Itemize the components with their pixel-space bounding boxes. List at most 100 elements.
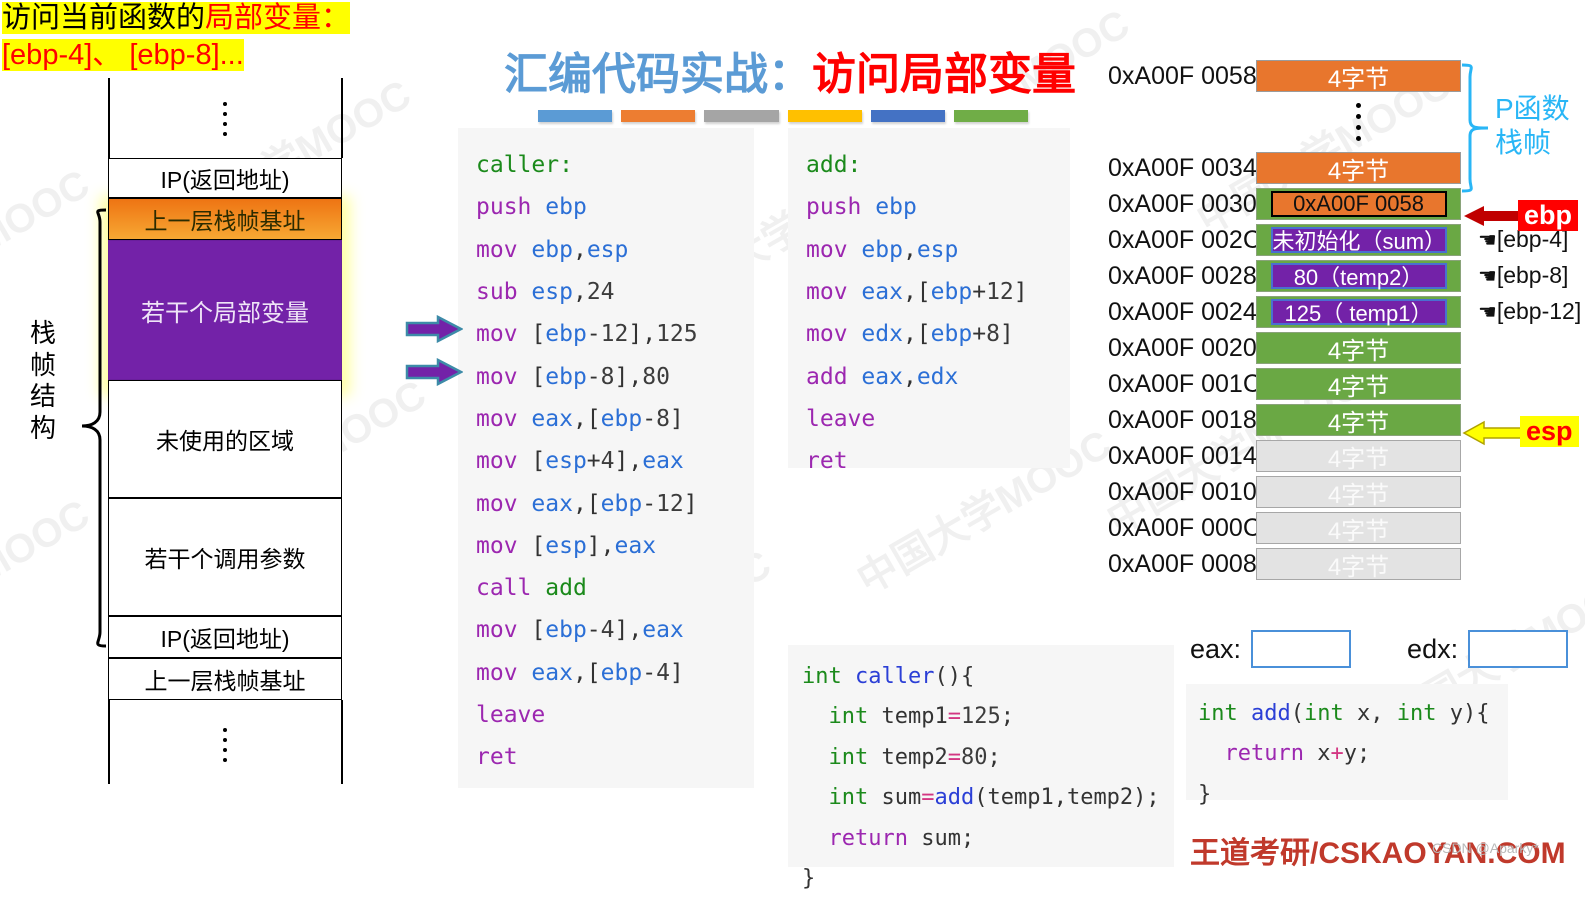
asm-line: mov [esp],eax <box>476 532 657 559</box>
asm-line: mov edx,[ebp+8] <box>806 321 1014 348</box>
memory-address: 0xA00F 000C <box>1108 513 1261 542</box>
stack-row-ip-return-bottom: IP(返回地址) <box>108 616 342 658</box>
title-bar-segment-6 <box>953 110 1029 122</box>
title-color-bar <box>538 110 1029 122</box>
highlight-arrow-2 <box>405 358 463 386</box>
asm-line: mov eax,[ebp-8] <box>476 405 684 432</box>
title-bar-segment-4 <box>787 110 862 122</box>
p-frame-label-line1: P函数 <box>1495 93 1570 124</box>
register-display: eax: edx: <box>1190 630 1585 668</box>
title-bar-segment-1 <box>538 110 613 122</box>
edx-value-box[interactable] <box>1468 630 1569 668</box>
note-line1-emphasis: 局部变量： <box>205 2 351 34</box>
memory-address: 0xA00F 0028 <box>1108 261 1257 290</box>
title-bar-segment-2 <box>621 110 696 122</box>
memory-row: 0xA00F 0020 4字节 <box>1108 330 1585 366</box>
local-variable-note: 访问当前函数的局部变量： [ebp-4]、 [ebp-8]... <box>2 0 402 73</box>
memory-address: 0xA00F 0058 <box>1108 61 1257 90</box>
memory-offset-note: ☚[ebp-8] <box>1478 262 1569 288</box>
p-frame-label: P函数 栈帧 <box>1495 92 1585 159</box>
stack-frame-brace <box>78 208 108 648</box>
page-title-emphasis: 访问局部变量 <box>812 50 1076 99</box>
asm-line: call add <box>476 575 587 602</box>
asm-line: mov [ebp-8],80 <box>476 363 670 390</box>
memory-row: 0xA00F 001C 4字节 <box>1108 366 1585 402</box>
stack-frame-diagram: IP(返回地址) 上一层栈帧基址 若干个局部变量 未使用的区域 若干个调用参数 … <box>0 78 420 798</box>
memory-address: 0xA00F 0020 <box>1108 333 1257 362</box>
asm-line: mov ebp,esp <box>806 236 959 263</box>
asm-line: add eax,edx <box>806 363 959 390</box>
stack-frame-brace-label: 栈 帧 结 构 <box>26 318 60 445</box>
stack-row-saved-ebp-bottom: 上一层栈帧基址 <box>108 658 342 700</box>
brace-label-char: 栈 <box>29 318 56 348</box>
asm-line: mov eax,[ebp-12] <box>476 490 698 517</box>
source-caller-block: int caller(){ int temp1=125; int temp2=8… <box>788 645 1174 891</box>
source-line: } <box>802 866 816 892</box>
asm-line: mov eax,[ebp+12] <box>806 278 1028 305</box>
source-line: return x+y; <box>1224 741 1371 767</box>
memory-cell-value-box: 未初始化（sum） <box>1270 227 1447 254</box>
eax-value-box[interactable] <box>1251 630 1352 668</box>
memory-cell: 4字节 <box>1256 60 1461 93</box>
esp-register-tag: esp <box>1520 416 1579 448</box>
memory-row: 0xA00F 0028 80（temp2） ☚[ebp-8] <box>1108 258 1585 294</box>
asm-line: mov [ebp-4],eax <box>476 617 684 644</box>
asm-line: leave <box>806 405 876 432</box>
asm-line: push ebp <box>806 194 917 221</box>
stack-top-ellipsis <box>221 92 229 146</box>
memory-cell: 80（temp2） <box>1256 260 1461 292</box>
brace-label-char: 帧 <box>29 349 56 380</box>
source-line: return sum; <box>828 825 975 851</box>
highlight-arrow-1 <box>405 315 463 343</box>
memory-address: 0xA00F 0018 <box>1108 405 1257 434</box>
asm-line: mov eax,[ebp-4] <box>476 659 684 686</box>
source-line: int temp1=125; <box>828 704 1014 730</box>
note-line1-prefix: 访问当前函数的 <box>2 2 206 34</box>
memory-cell: 125（ temp1） <box>1256 296 1461 328</box>
memory-address: 0xA00F 002C <box>1108 225 1261 254</box>
memory-row: 0xA00F 000C 4字节 <box>1108 510 1585 546</box>
stack-rail-right-top <box>341 78 343 158</box>
stack-row-label: 若干个调用参数 <box>144 546 306 572</box>
brace-label-char: 结 <box>29 381 56 412</box>
stack-row-ip-return-top: IP(返回地址) <box>108 158 342 198</box>
memory-address: 0xA00F 0034 <box>1108 153 1257 182</box>
asm-line: mov ebp,esp <box>476 236 629 263</box>
csdn-watermark: CSDN @Aparky* <box>1432 840 1539 856</box>
page-title-prefix: 汇编代码实战： <box>504 50 812 99</box>
asm-line: ret <box>476 744 518 771</box>
memory-cell: 4字节 <box>1256 548 1461 581</box>
ebp-arrow-icon <box>1464 206 1520 226</box>
note-line2: [ebp-4]、 [ebp-8]... <box>2 38 244 71</box>
stack-row-saved-ebp-top: 上一层栈帧基址 <box>108 198 342 240</box>
asm-line: mov [esp+4],eax <box>476 448 684 475</box>
asm-line: sub esp,24 <box>476 278 615 305</box>
memory-cell: 0xA00F 0058 <box>1256 188 1461 220</box>
source-line: int sum=add(temp1,temp2); <box>828 785 1160 811</box>
title-bar-segment-5 <box>870 110 945 122</box>
stack-row-label: 上一层栈帧基址 <box>144 208 306 234</box>
memory-row: 0xA00F 0008 4字节 <box>1108 546 1585 582</box>
memory-address: 0xA00F 0030 <box>1108 189 1257 218</box>
memory-address: 0xA00F 0010 <box>1108 477 1257 506</box>
pointing-hand-icon: ☚ <box>1478 301 1497 324</box>
stack-row-unused: 未使用的区域 <box>108 380 342 498</box>
memory-cell: 4字节 <box>1256 332 1461 365</box>
eax-label: eax: <box>1190 633 1242 664</box>
source-line: int add(int x, int y){ <box>1198 701 1490 726</box>
stack-rail-left-bottom <box>108 700 110 784</box>
stack-rail-left-top <box>108 78 110 158</box>
asm-line: push ebp <box>476 194 587 221</box>
pointing-hand-icon: ☚ <box>1478 229 1497 252</box>
stack-row-label: IP(返回地址) <box>160 167 290 193</box>
stack-rail-right-bottom <box>341 700 343 784</box>
stack-row-local-vars: 若干个局部变量 <box>108 240 342 380</box>
asm-line: ret <box>806 448 848 475</box>
stack-row-label: 若干个局部变量 <box>141 299 309 327</box>
edx-label: edx: <box>1407 633 1459 664</box>
asm-line: leave <box>476 702 546 729</box>
p-frame-bracket <box>1460 62 1492 194</box>
memory-cell-value-box: 0xA00F 0058 <box>1270 191 1447 217</box>
memory-address: 0xA00F 0008 <box>1108 549 1257 578</box>
memory-address: 0xA00F 0014 <box>1108 441 1257 470</box>
